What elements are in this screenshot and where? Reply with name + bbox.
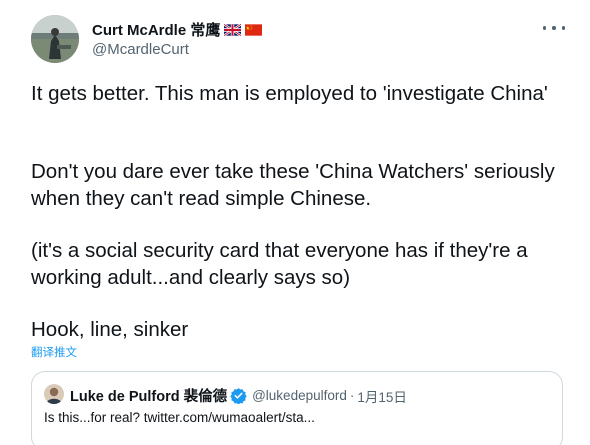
quote-avatar[interactable] (44, 384, 64, 404)
tweet-card: Curt McArdle 常鹰 @McardleCurt It gets bet… (0, 0, 590, 445)
quote-separator: · (349, 388, 355, 403)
china-flag-icon (245, 23, 263, 36)
avatar[interactable] (31, 15, 79, 63)
more-dot (561, 26, 565, 30)
uk-flag-icon (224, 23, 242, 36)
author-name[interactable]: Curt McArdle 常鹰 (92, 19, 263, 40)
quote-text: Is this...for real? twitter.com/wumaoale… (44, 410, 315, 425)
quote-author-handle[interactable]: @lukedepulford (252, 388, 347, 403)
more-dot (543, 26, 547, 30)
quote-header: Luke de Pulford 裴倫德 @lukedepulford · 1月1… (70, 385, 407, 406)
quoted-tweet[interactable]: Luke de Pulford 裴倫德 @lukedepulford · 1月1… (31, 371, 563, 445)
quote-date[interactable]: 1月15日 (357, 386, 407, 406)
author-handle[interactable]: @McardleCurt (92, 41, 189, 58)
tweet-paragraph: Hook, line, sinker (31, 318, 189, 341)
author-name-text: Curt McArdle 常鹰 (92, 22, 221, 39)
tweet-paragraph: Don't you dare ever take these 'China Wa… (31, 160, 555, 210)
quote-avatar-image (44, 384, 64, 404)
more-dot (552, 26, 556, 30)
tweet-paragraph: (it's a social security card that everyo… (31, 239, 528, 289)
avatar-image (31, 15, 79, 63)
verified-badge-icon (230, 388, 247, 404)
more-options-icon[interactable] (543, 18, 565, 38)
quote-author-name[interactable]: Luke de Pulford 裴倫德 (70, 385, 227, 406)
tweet-paragraph: It gets better. This man is employed to … (31, 82, 548, 105)
translate-tweet-link[interactable]: 翻译推文 (31, 344, 77, 360)
